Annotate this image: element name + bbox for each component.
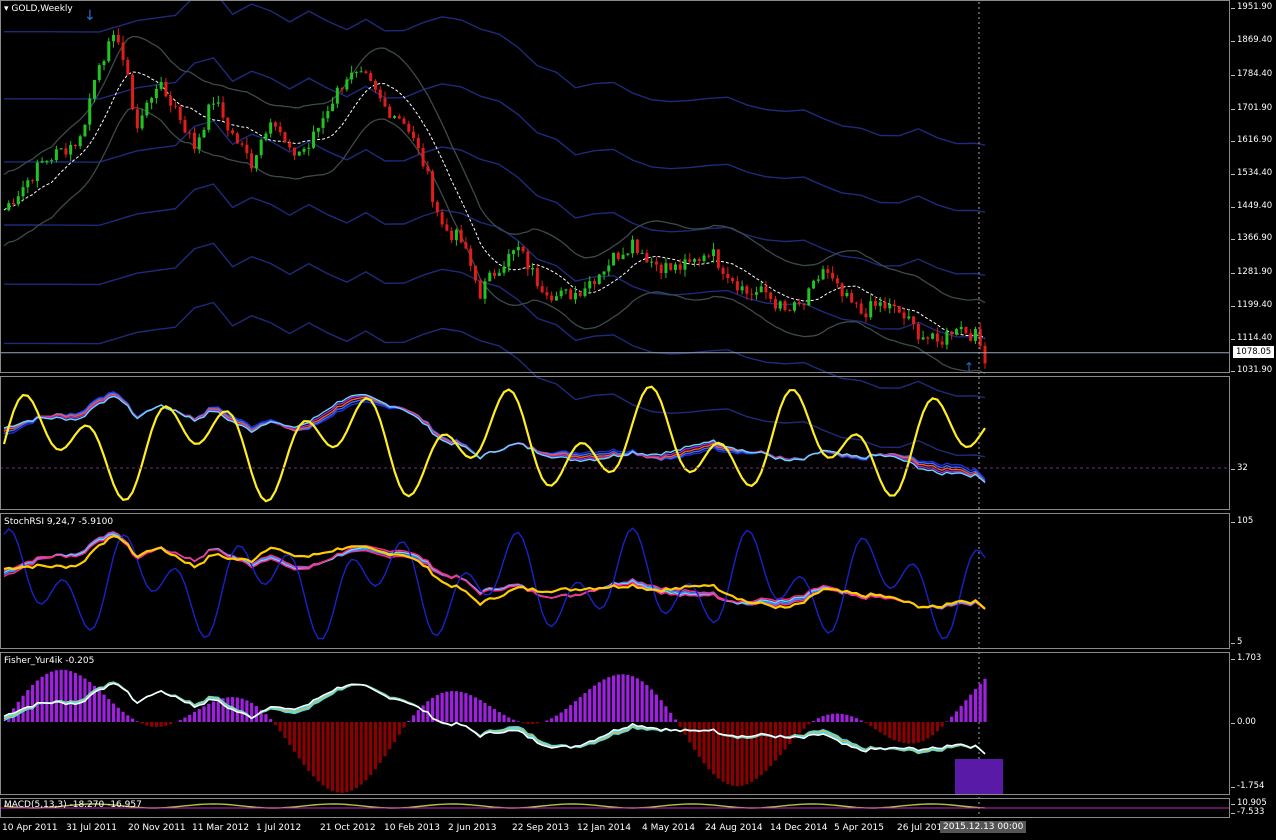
price-y-tick: 1534.40: [1230, 168, 1273, 178]
x-tick: 10 Feb 2013: [384, 823, 441, 833]
x-tick: 4 May 2014: [642, 823, 695, 833]
price-y-tick: 1114.40: [1230, 333, 1273, 343]
x-tick: 12 Jan 2014: [577, 823, 631, 833]
price-y-tick: 1199.40: [1230, 300, 1273, 310]
price-y-tick: 1701.90: [1230, 103, 1273, 113]
stochrsi-pane-title: StochRSI 9,24,7 -5.9100: [4, 517, 114, 527]
price-y-tick: 1281.90: [1230, 267, 1273, 277]
price-y-tick: 1784.40: [1230, 69, 1273, 79]
x-tick: 10 Apr 2011: [2, 823, 58, 833]
x-tick: 11 Mar 2012: [192, 823, 250, 833]
fisher-y-tick: -1.754: [1230, 781, 1265, 791]
price-y-tick: 1366.90: [1230, 233, 1273, 243]
price-y-tick: 1031.90: [1230, 365, 1273, 375]
x-tick: 14 Dec 2014: [770, 823, 828, 833]
x-tick: 5 Apr 2015: [834, 823, 884, 833]
indicator1-y-tick: 32: [1231, 463, 1248, 473]
x-tick: 1 Jul 2012: [256, 823, 302, 833]
price-y-tick: 1449.40: [1230, 201, 1273, 211]
x-tick: 20 Nov 2011: [128, 823, 186, 833]
price-y-tick: 1616.90: [1230, 135, 1273, 145]
stochrsi-pane[interactable]: [0, 513, 1230, 649]
current-price-label: 1078.05: [1233, 346, 1275, 358]
price-y-tick: 1869.40: [1230, 35, 1273, 45]
stochrsi-y-tick: 5: [1230, 637, 1243, 647]
fisher-y-tick: 0.00: [1231, 717, 1256, 727]
macd-y-tick: -7.533: [1230, 807, 1265, 817]
x-tick: 2 Jun 2013: [448, 823, 497, 833]
macd-pane-title: MACD(5,13,3) -18.270 -16.957: [4, 800, 142, 810]
cursor-time-label: 2015.12.13 00:00: [940, 821, 1027, 833]
dropdown-triangle-icon[interactable]: ▾: [4, 4, 9, 14]
fisher-y-tick: 1.703: [1230, 653, 1262, 663]
stochrsi-y-tick: 105: [1230, 516, 1254, 526]
x-tick: 31 Jul 2011: [66, 823, 117, 833]
fisher-pane[interactable]: [0, 652, 1230, 795]
x-tick: 22 Sep 2013: [512, 823, 570, 833]
fisher-pane-title: Fisher_Yur4ik -0.205: [4, 656, 95, 666]
indicator1-pane[interactable]: [0, 376, 1230, 510]
macd-pane[interactable]: [0, 798, 1230, 818]
price-pane-title: ▾ GOLD,Weekly: [4, 4, 73, 14]
price-pane[interactable]: [0, 0, 1230, 373]
x-tick: 21 Oct 2012: [320, 823, 376, 833]
x-tick: 24 Aug 2014: [705, 823, 763, 833]
price-y-tick: 1951.90: [1230, 2, 1273, 12]
